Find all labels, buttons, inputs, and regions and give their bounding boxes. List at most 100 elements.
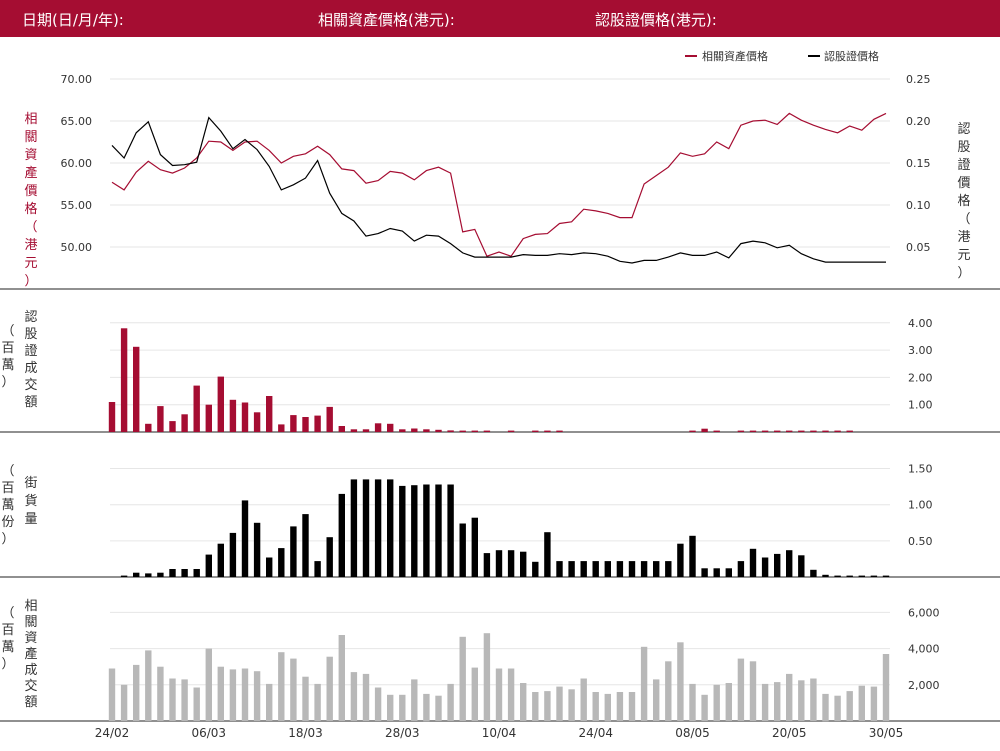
underlying-turnover-bar <box>266 683 273 721</box>
svg-text:相: 相 <box>24 599 37 614</box>
underlying-turnover-bar <box>483 633 491 721</box>
outstanding-bar <box>229 532 237 577</box>
outstanding-bar <box>640 561 648 577</box>
svg-text:關: 關 <box>24 615 37 630</box>
underlying-turnover-bar <box>520 683 527 721</box>
outstanding-bar <box>822 574 829 577</box>
svg-text:）: ） <box>957 266 970 281</box>
svg-text:關: 關 <box>24 130 37 145</box>
svg-text:格: 格 <box>24 201 37 217</box>
warrant-turnover-bar <box>157 406 164 432</box>
underlying-turnover-bar <box>145 650 152 721</box>
warrant-turnover-bar <box>217 376 224 432</box>
tick-label: 6,000 <box>908 606 940 619</box>
underlying-turnover-bar <box>411 679 418 721</box>
underlying-turnover-bar <box>350 672 358 721</box>
x-tick-label: 08/05 <box>675 726 710 740</box>
outstanding-bar <box>399 485 406 577</box>
underlying-turnover-bar <box>290 658 297 721</box>
underlying-turnover-bar <box>387 694 394 721</box>
warrant-turnover-bar <box>846 430 853 432</box>
outstanding-unit-title: （ 百萬份 ） <box>1 464 14 547</box>
warrant-turnover-bar <box>532 430 539 432</box>
warrant-turnover-bar <box>435 429 442 432</box>
left-tick-label: 50.00 <box>61 241 93 254</box>
svg-text:（: （ <box>24 220 37 235</box>
underlying-turnover-bar <box>278 652 285 721</box>
warrant-turnover-bar <box>556 430 563 432</box>
outstanding-bar <box>653 561 660 577</box>
svg-text:百: 百 <box>1 341 14 356</box>
underlying-turnover-bar <box>399 694 406 721</box>
outstanding-bar <box>302 514 309 577</box>
outstanding-bar <box>810 569 817 577</box>
underlying-turnover-bar <box>798 680 805 721</box>
svg-text:額: 額 <box>24 395 37 410</box>
underlying-turnover-bar <box>786 673 793 721</box>
outstanding-bar <box>350 479 358 577</box>
outstanding-bar <box>157 572 164 577</box>
svg-text:認: 認 <box>24 309 37 325</box>
warrant-turnover-bar <box>399 429 406 432</box>
svg-text:（: （ <box>957 212 970 227</box>
legend-underlying-label: 相關資產價格 <box>702 49 768 63</box>
underlying-turnover-axis-title: 相關資產成交額 <box>24 599 37 710</box>
left-axis-title: 相關資產價格 （ 港元 ） <box>24 112 37 289</box>
svg-text:元: 元 <box>957 248 970 263</box>
outstanding-bar <box>205 554 212 577</box>
tick-label: 1.50 <box>908 463 933 476</box>
outstanding-bar <box>326 537 333 577</box>
x-tick-label: 24/02 <box>95 726 130 740</box>
outstanding-bar <box>532 561 539 577</box>
outstanding-bar <box>580 561 587 577</box>
outstanding-bar <box>133 572 140 577</box>
right-tick-label: 0.15 <box>906 157 931 170</box>
svg-text:價: 價 <box>24 184 37 199</box>
warrant-turnover-bar <box>338 426 345 432</box>
svg-text:元: 元 <box>24 256 37 271</box>
outstanding-bar <box>737 561 745 577</box>
outstanding-bar <box>435 484 442 577</box>
warrant-turnover-bar <box>314 415 321 432</box>
tick-label: 0.50 <box>908 535 933 548</box>
warrant-turnover-bar <box>737 430 745 432</box>
underlying-price-label: 相關資產價格(港元): <box>318 11 455 29</box>
underlying-turnover-bar <box>774 682 781 721</box>
underlying-turnover-bar <box>713 684 720 721</box>
underlying-turnover-bar <box>253 671 261 721</box>
underlying-turnover-bar <box>568 689 575 721</box>
svg-text:萬: 萬 <box>1 358 14 373</box>
outstanding-axis-title: 街貨量 <box>24 476 37 527</box>
warrant-turnover-bar <box>362 429 370 432</box>
svg-text:價: 價 <box>957 176 970 191</box>
svg-text:交: 交 <box>24 678 37 694</box>
underlying-turnover-bar <box>556 686 563 721</box>
underlying-turnover-bar <box>314 683 321 721</box>
warrant-turnover-bar <box>786 430 793 432</box>
underlying-turnover-bar <box>580 678 587 721</box>
svg-text:萬: 萬 <box>1 640 14 655</box>
warrant-turnover-bar <box>761 430 769 432</box>
underlying-turnover-bar <box>689 683 696 721</box>
warrant-turnover-bar <box>774 430 781 432</box>
x-tick-label: 10/04 <box>482 726 517 740</box>
outstanding-bar <box>761 557 769 577</box>
underlying-turnover-bar <box>677 642 684 721</box>
svg-text:貨: 貨 <box>24 493 37 509</box>
outstanding-bar <box>217 543 224 577</box>
x-tick-label: 24/04 <box>578 726 613 740</box>
underlying-turnover-bar <box>423 693 430 722</box>
svg-text:街: 街 <box>24 476 37 491</box>
underlying-turnover-bar <box>108 668 116 721</box>
warrant-turnover-bar <box>834 430 841 432</box>
svg-text:（: （ <box>1 464 14 479</box>
right-axis-title: 認股證價格 （ 港元 ） <box>957 121 970 281</box>
warrant-turnover-bar <box>701 428 708 432</box>
underlying-turnover-bar <box>435 695 442 721</box>
underlying-turnover-bar <box>592 692 599 721</box>
x-tick-label: 28/03 <box>385 726 420 740</box>
svg-text:百: 百 <box>1 481 14 496</box>
warrant-turnover-bar <box>411 428 418 432</box>
underlying-turnover-bar <box>604 693 611 722</box>
underlying-turnover-bar <box>157 666 164 721</box>
